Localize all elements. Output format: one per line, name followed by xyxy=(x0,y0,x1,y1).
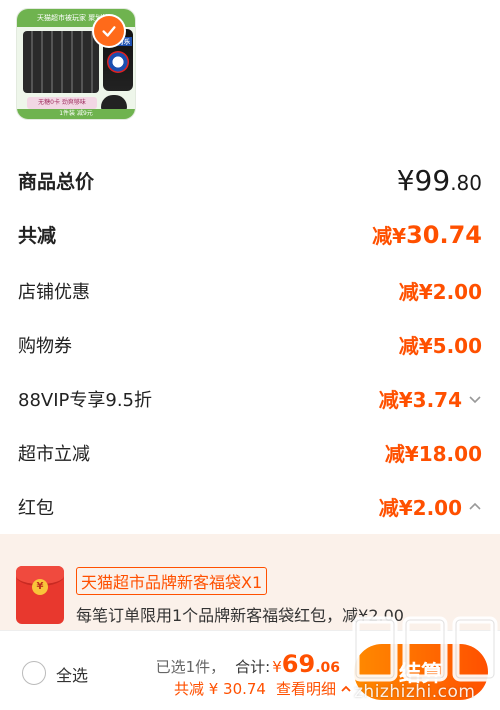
red-packet-label: 红包 xyxy=(18,497,54,519)
total-price-label: 商品总价 xyxy=(18,171,95,193)
store-discount-value: 减¥2.00 xyxy=(398,280,482,304)
total-discount-value: 减¥ 30.74 xyxy=(372,220,482,249)
chevron-up-icon[interactable] xyxy=(468,500,482,514)
supermarket-discount-value: 减¥18.00 xyxy=(384,442,482,466)
row-red-packet[interactable]: 红包 减¥2.00 xyxy=(18,492,482,521)
pay-summary: 已选1件， 合计: ¥ 69 .06 xyxy=(156,650,340,678)
row-shopping-coupon: 购物券 减¥5.00 xyxy=(18,330,482,359)
total-price-value: ¥99.80 xyxy=(397,164,482,197)
select-all-radio[interactable] xyxy=(22,661,46,685)
pay-amount-int: 69 xyxy=(281,650,316,678)
pay-currency: ¥ xyxy=(272,658,282,676)
pepsi-logo xyxy=(107,51,129,73)
vip-discount-value: 减¥3.74 xyxy=(378,388,462,412)
total-discount-label: 共减 xyxy=(18,225,57,247)
selected-check-icon[interactable] xyxy=(92,14,126,48)
shopping-coupon-label: 购物券 xyxy=(18,335,72,357)
row-total-price: 商品总价 ¥99.80 xyxy=(18,164,482,197)
caret-up-icon[interactable] xyxy=(340,683,352,695)
currency-symbol: ¥ xyxy=(396,164,415,197)
row-supermarket-discount: 超市立减 减¥18.00 xyxy=(18,438,482,467)
total-label: 合计: xyxy=(235,658,271,676)
shopping-coupon-value: 减¥5.00 xyxy=(398,334,482,358)
red-packet-value: 减¥2.00 xyxy=(378,496,462,520)
total-price-int: 99 xyxy=(414,164,451,197)
supermarket-discount-label: 超市立减 xyxy=(18,443,90,465)
discount-total: 共减 ¥ 30.74 xyxy=(173,680,266,698)
product-promo: 无糖0卡 劲爽够味 xyxy=(27,97,97,109)
vip-discount-label: 88VIP专享9.5折 xyxy=(18,389,153,411)
product-footer: 1件装 减9元 xyxy=(17,109,135,119)
store-discount-label: 店铺优惠 xyxy=(18,281,90,303)
discount-amount: 30.74 xyxy=(406,221,482,249)
total-price-dec: .80 xyxy=(450,171,482,195)
envelope-seal: ¥ xyxy=(32,579,48,595)
red-envelope-icon: ¥ xyxy=(16,566,64,624)
row-total-discount: 共减 减¥ 30.74 xyxy=(18,220,482,249)
discount-summary[interactable]: 共减 ¥ 30.74 查看明细 xyxy=(174,678,352,699)
row-88vip[interactable]: 88VIP专享9.5折 减¥3.74 xyxy=(18,384,482,413)
select-all-label[interactable]: 全选 xyxy=(56,662,88,686)
chevron-down-icon[interactable] xyxy=(468,392,482,406)
selected-count: 已选1件， xyxy=(155,658,226,676)
discount-prefix: 减¥ xyxy=(372,224,407,248)
watermark-text: zhizhizhi.com xyxy=(354,682,476,702)
coupon-title: 天猫超市品牌新客福袋X1 xyxy=(76,567,268,595)
row-store-discount: 店铺优惠 减¥2.00 xyxy=(18,276,482,305)
coupon-description: 每笔订单限用1个品牌新客福袋红包，减¥2.00 xyxy=(76,606,404,625)
view-detail-link[interactable]: 查看明细 xyxy=(276,678,336,699)
bottle-pack-image xyxy=(23,31,99,93)
pay-amount-dec: .06 xyxy=(315,660,340,676)
